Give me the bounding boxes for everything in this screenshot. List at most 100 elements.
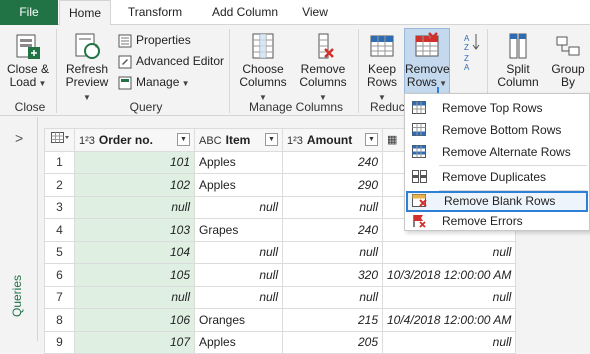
cell-order[interactable]: 103: [74, 218, 195, 242]
row-number[interactable]: 7: [44, 285, 75, 309]
refresh-preview-button[interactable]: Refresh Preview ▼: [62, 31, 112, 104]
cell-item[interactable]: Apples: [194, 330, 283, 354]
table-row[interactable]: 7 null null null null: [44, 285, 517, 309]
cell-order[interactable]: 102: [74, 173, 195, 197]
table-row[interactable]: 8 106 Oranges 215 10/4/2018 12:00:00 AM: [44, 308, 517, 332]
table-row[interactable]: 5 104 null null null: [44, 240, 517, 264]
remove-duplicates-icon: [412, 170, 427, 183]
cell-amount[interactable]: 240: [282, 218, 383, 242]
table-icon: [50, 132, 69, 144]
chevron-right-icon[interactable]: >: [15, 130, 23, 146]
cell-amount[interactable]: 240: [282, 150, 383, 174]
remove-rows-menu: Remove Top Rows Remove Bottom Rows Remov…: [404, 93, 590, 231]
advanced-editor-label: Advanced Editor: [136, 54, 225, 68]
cell-date[interactable]: null: [381, 285, 517, 309]
queries-pane-label: Queries: [10, 274, 24, 317]
cell-order[interactable]: 101: [74, 150, 195, 174]
column-header-item[interactable]: ABC Item ▼: [194, 128, 283, 152]
row-number[interactable]: 8: [44, 308, 75, 332]
cell-item[interactable]: Apples: [194, 150, 283, 174]
remove-rows-button[interactable]: Remove Rows ▼: [404, 28, 450, 94]
cell-order[interactable]: 107: [74, 330, 195, 354]
keep-rows-button[interactable]: Keep Rows ▼: [362, 31, 402, 104]
tab-file[interactable]: File: [0, 0, 58, 25]
filter-dropdown-icon[interactable]: ▼: [365, 133, 378, 147]
cell-date[interactable]: 10/3/2018 12:00:00 AM: [381, 263, 517, 287]
cell-item[interactable]: Apples: [194, 173, 283, 197]
menu-item-remove-duplicates[interactable]: Remove Duplicates: [406, 167, 588, 188]
svg-text:A: A: [464, 34, 470, 43]
cell-order[interactable]: 106: [74, 308, 195, 332]
row-number[interactable]: 4: [44, 218, 75, 242]
menu-item-label: Remove Bottom Rows: [442, 123, 562, 137]
row-number[interactable]: 1: [44, 150, 75, 174]
cell-item[interactable]: null: [194, 285, 283, 309]
cell-order[interactable]: 104: [74, 240, 195, 264]
cell-amount[interactable]: 320: [282, 263, 383, 287]
group-by-button[interactable]: Group By: [548, 31, 588, 89]
cell-date[interactable]: 10/4/2018 12:00:00 AM: [381, 308, 517, 332]
group-label-manage-columns: Manage Columns: [248, 100, 344, 114]
remove-columns-label-1: Remove: [300, 62, 346, 76]
table-row[interactable]: 9 107 Apples 205 null: [44, 330, 517, 354]
caret-icon: ▼: [179, 79, 190, 88]
choose-columns-button[interactable]: Choose Columns ▼: [236, 31, 290, 104]
menu-item-remove-top-rows[interactable]: Remove Top Rows: [406, 98, 588, 119]
menu-item-remove-bottom-rows[interactable]: Remove Bottom Rows: [406, 120, 588, 141]
group-by-icon: [556, 36, 580, 56]
cell-amount[interactable]: null: [282, 285, 383, 309]
column-header-order[interactable]: 1²3 Order no. ▼: [74, 128, 195, 152]
cell-amount[interactable]: null: [282, 240, 383, 264]
cell-date[interactable]: null: [381, 240, 517, 264]
close-load-label-1: Close &: [6, 62, 50, 76]
remove-columns-icon: [318, 33, 334, 59]
filter-dropdown-icon[interactable]: ▼: [265, 133, 278, 147]
queries-pane[interactable]: > Queries: [0, 117, 38, 341]
tab-add-column[interactable]: Add Column: [200, 0, 290, 25]
advanced-editor-button[interactable]: Advanced Editor: [118, 52, 224, 70]
cell-item[interactable]: Oranges: [194, 308, 283, 332]
row-number[interactable]: 3: [44, 195, 75, 219]
cell-item[interactable]: null: [194, 195, 283, 219]
properties-button[interactable]: Properties: [118, 31, 191, 49]
row-number[interactable]: 5: [44, 240, 75, 264]
menu-item-label: Remove Top Rows: [442, 101, 543, 115]
cell-amount[interactable]: 215: [282, 308, 383, 332]
filter-dropdown-icon[interactable]: ▼: [177, 133, 190, 147]
properties-label: Properties: [136, 33, 191, 47]
row-number[interactable]: 9: [44, 330, 75, 354]
cell-amount[interactable]: null: [282, 195, 383, 219]
cell-date[interactable]: null: [381, 330, 517, 354]
cell-amount[interactable]: 205: [282, 330, 383, 354]
close-load-label-2: Load: [9, 75, 37, 89]
tab-transform[interactable]: Transform: [117, 0, 193, 25]
column-header-item-label: Item: [225, 132, 251, 147]
cell-order[interactable]: null: [74, 285, 195, 309]
menu-item-label: Remove Alternate Rows: [442, 145, 571, 159]
cell-amount[interactable]: 290: [282, 173, 383, 197]
menu-item-remove-errors[interactable]: Remove Errors: [406, 211, 588, 232]
tab-home[interactable]: Home: [59, 0, 111, 26]
row-number[interactable]: 2: [44, 173, 75, 197]
column-header-amount[interactable]: 1²3 Amount ▼: [282, 128, 383, 152]
cell-item[interactable]: null: [194, 240, 283, 264]
group-by-label-1: Group: [551, 62, 585, 76]
close-load-button[interactable]: Close & Load ▼: [6, 31, 50, 90]
column-header-amount-label: Amount: [306, 132, 353, 147]
menu-item-remove-blank-rows[interactable]: Remove Blank Rows: [406, 191, 588, 212]
menu-item-remove-alternate-rows[interactable]: Remove Alternate Rows: [406, 142, 588, 163]
remove-columns-button[interactable]: Remove Columns ▼: [296, 31, 350, 104]
tab-view[interactable]: View: [294, 0, 336, 25]
type-datetime-icon: ▦: [387, 134, 398, 147]
table-row[interactable]: 6 105 null 320 10/3/2018 12:00:00 AM: [44, 263, 517, 287]
manage-button[interactable]: Manage ▼: [118, 73, 190, 91]
sort-button[interactable]: A Z Z A: [462, 31, 482, 74]
group-label-close: Close: [14, 100, 46, 114]
table-menu-button[interactable]: [44, 128, 75, 152]
cell-item[interactable]: null: [194, 263, 283, 287]
cell-item[interactable]: Grapes: [194, 218, 283, 242]
cell-order[interactable]: null: [74, 195, 195, 219]
caret-icon: ▼: [83, 93, 91, 102]
row-number[interactable]: 6: [44, 263, 75, 287]
cell-order[interactable]: 105: [74, 263, 195, 287]
